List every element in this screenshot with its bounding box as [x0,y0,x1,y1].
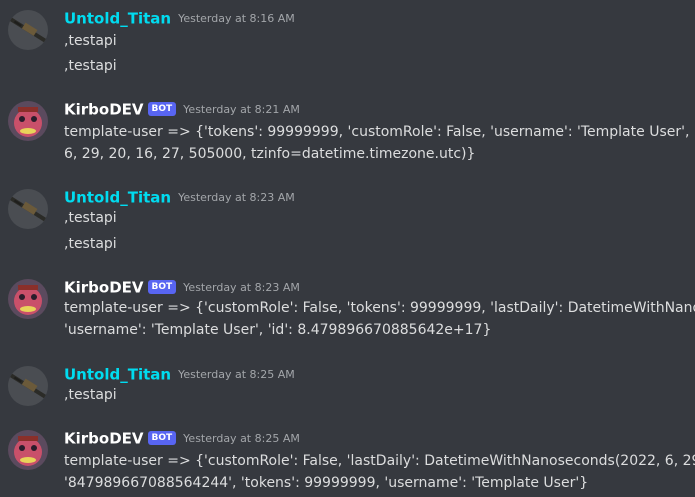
message-text: 'username': 'Template User', 'id': 8.479… [64,322,492,338]
bot-badge: BOT [147,430,177,445]
message-text: ,testapi [64,236,117,252]
kirby-avatar-icon[interactable] [8,279,48,319]
message-timestamp[interactable]: Yesterday at 8:23 AM [183,281,300,294]
message-text: ,testapi [64,58,117,74]
message-header: Untold_Titan Yesterday at 8:23 AM [64,187,295,207]
rifle-avatar-icon[interactable] [8,189,48,229]
message-timestamp[interactable]: Yesterday at 8:21 AM [183,103,300,116]
message-header: Untold_Titan Yesterday at 8:16 AM [64,8,295,28]
message-header: KirboDEV BOT Yesterday at 8:23 AM [64,277,300,297]
author-name[interactable]: KirboDEV [64,101,144,119]
message-text: ,testapi [64,387,117,403]
rifle-avatar-icon[interactable] [8,366,48,406]
message-text: '847989667088564244', 'tokens': 99999999… [64,475,589,491]
kirby-avatar-icon[interactable] [8,101,48,141]
message-text: template-user => {'tokens': 99999999, 'c… [64,124,695,140]
message-header: Untold_Titan Yesterday at 8:25 AM [64,364,295,384]
message-header: KirboDEV BOT Yesterday at 8:21 AM [64,99,300,119]
message-timestamp[interactable]: Yesterday at 8:25 AM [178,368,295,381]
chat-message-list[interactable]: Untold_Titan Yesterday at 8:16 AM ,testap… [0,0,695,497]
author-name[interactable]: KirboDEV [64,279,144,297]
author-name[interactable]: Untold_Titan [64,10,171,28]
message-timestamp[interactable]: Yesterday at 8:16 AM [178,12,295,25]
author-name[interactable]: KirboDEV [64,430,144,448]
bot-badge: BOT [147,279,177,294]
bot-badge: BOT [147,101,177,116]
message-timestamp[interactable]: Yesterday at 8:25 AM [183,432,300,445]
message-header: KirboDEV BOT Yesterday at 8:25 AM [64,428,300,448]
message-text: ,testapi [64,210,117,226]
message-text: template-user => {'customRole': False, '… [64,300,695,316]
kirby-avatar-icon[interactable] [8,430,48,470]
message-text: template-user => {'customRole': False, '… [64,453,695,469]
author-name[interactable]: Untold_Titan [64,189,171,207]
author-name[interactable]: Untold_Titan [64,366,171,384]
message-text: 6, 29, 20, 16, 27, 505000, tzinfo=dateti… [64,146,476,162]
message-timestamp[interactable]: Yesterday at 8:23 AM [178,191,295,204]
message-text: ,testapi [64,33,117,49]
rifle-avatar-icon[interactable] [8,10,48,50]
